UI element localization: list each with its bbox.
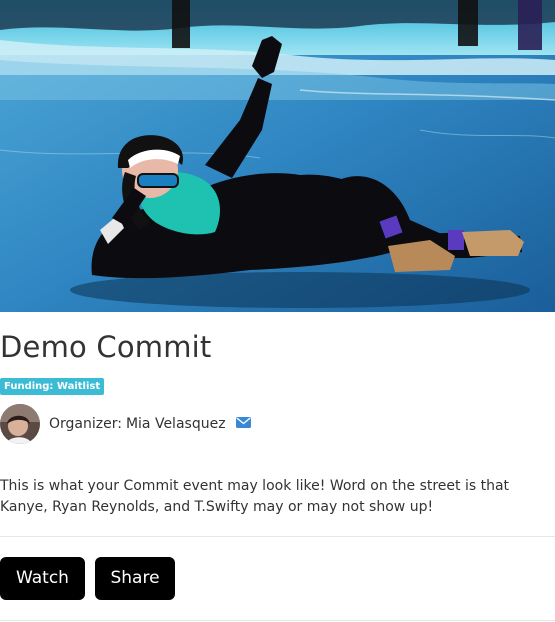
organizer-label: Organizer: [49, 416, 122, 432]
watch-button[interactable]: Watch [0, 557, 85, 600]
bottom-divider [0, 620, 555, 621]
organizer-name[interactable]: Mia Velasquez [126, 416, 226, 432]
share-button[interactable]: Share [95, 557, 175, 600]
event-title: Demo Commit [0, 330, 212, 364]
organizer-avatar[interactable] [0, 404, 40, 444]
section-divider [0, 536, 555, 537]
event-hero-image [0, 0, 555, 312]
organizer-row: Organizer: Mia Velasquez [0, 404, 251, 444]
funding-status-badge: Funding: Waitlist [0, 378, 105, 395]
event-description: This is what your Commit event may look … [0, 478, 510, 515]
organizer-info: Organizer: Mia Velasquez [49, 416, 251, 432]
envelope-icon[interactable] [236, 416, 251, 428]
